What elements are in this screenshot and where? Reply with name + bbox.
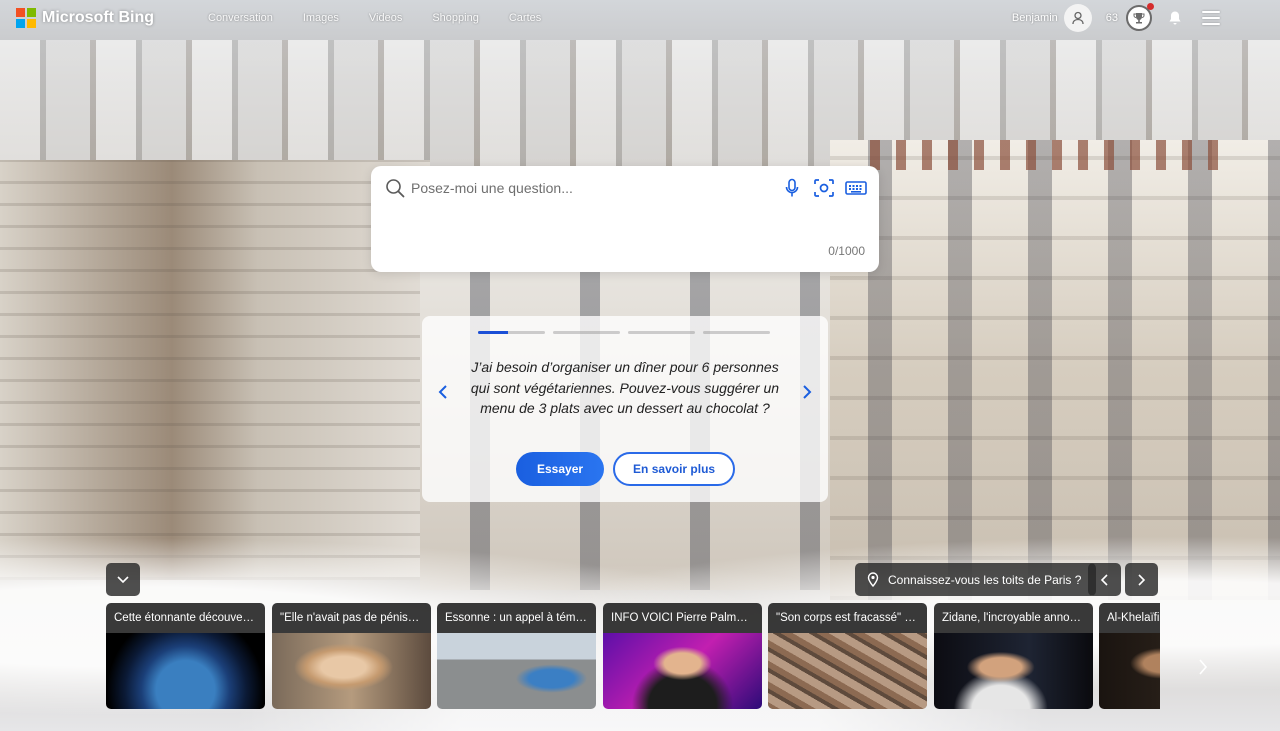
news-title: INFO VOICI Pierre Palmade — [603, 603, 762, 633]
rewards-points[interactable]: 63 — [1106, 12, 1118, 24]
prompt-actions: Essayer En savoir plus — [516, 452, 736, 486]
notification-dot — [1147, 3, 1154, 10]
news-title: Zidane, l'incroyable annonce — [934, 603, 1093, 633]
nav-shopping[interactable]: Shopping — [432, 12, 479, 24]
bell-icon — [1169, 11, 1181, 25]
user-name[interactable]: Benjamin — [1012, 12, 1058, 24]
menu-icon — [1202, 11, 1220, 13]
chevron-left-icon — [1100, 573, 1108, 586]
progress-segment — [703, 331, 770, 334]
image-info-label: Connaissez-vous les toits de Paris ? — [888, 572, 1082, 587]
news-thumbnail — [1099, 633, 1160, 709]
account-area: Benjamin 63 — [1012, 3, 1280, 32]
news-card[interactable]: "Elle n'avait pas de pénis" : Katherine — [272, 603, 431, 709]
user-icon — [1072, 11, 1084, 25]
previous-image-button[interactable] — [1088, 563, 1121, 596]
bing-logo[interactable]: Microsoft Bing — [16, 8, 154, 28]
microsoft-logo-icon — [16, 8, 36, 28]
prompt-text: J’ai besoin d’organiser un dîner pour 6 … — [470, 359, 780, 416]
news-next-button[interactable] — [1193, 653, 1213, 681]
news-title: Al-Khelaïfi — [1099, 603, 1160, 633]
location-pin-icon — [867, 572, 879, 587]
news-thumbnail — [106, 633, 265, 709]
search-icon[interactable] — [385, 178, 405, 198]
news-card[interactable]: Zidane, l'incroyable annonce — [934, 603, 1093, 709]
news-thumbnail — [934, 633, 1093, 709]
news-thumbnail — [272, 633, 431, 709]
nav-videos[interactable]: Videos — [369, 12, 402, 24]
char-count: 0/1000 — [828, 244, 865, 258]
progress-segment — [553, 331, 620, 334]
news-card[interactable]: INFO VOICI Pierre Palmade — [603, 603, 762, 709]
trophy-icon — [1133, 13, 1145, 24]
avatar[interactable] — [1063, 4, 1092, 32]
news-title: Essonne : un appel à témoins lancé — [437, 603, 596, 633]
news-thumbnail — [768, 633, 927, 709]
prompt-progress — [478, 331, 770, 334]
news-strip: Cette étonnante découverte sur la Terre … — [106, 603, 1160, 709]
nav-images[interactable]: Images — [303, 12, 339, 24]
chevron-right-icon — [1138, 573, 1146, 586]
keyboard-button[interactable] — [845, 177, 867, 199]
prompt-suggestion-card: J’ai besoin d’organiser un dîner pour 6 … — [422, 316, 828, 502]
news-thumbnail — [437, 633, 596, 709]
news-title: "Elle n'avait pas de pénis" : Katherine — [272, 603, 431, 633]
brand-name: Microsoft Bing — [42, 9, 154, 26]
prompt-prev-button[interactable] — [433, 382, 453, 402]
voice-search-button[interactable] — [781, 177, 803, 199]
chevron-right-icon — [803, 385, 812, 399]
nav-maps[interactable]: Cartes — [509, 12, 541, 24]
menu-button[interactable] — [1202, 11, 1220, 25]
search-box: 0/1000 — [371, 166, 879, 272]
learn-more-button[interactable]: En savoir plus — [613, 452, 736, 486]
camera-scan-icon — [814, 179, 834, 197]
image-info-button[interactable]: Connaissez-vous les toits de Paris ? — [855, 563, 1097, 596]
progress-segment — [628, 331, 695, 334]
search-tools — [781, 177, 867, 199]
news-title: Cette étonnante découverte sur la Terre — [106, 603, 265, 633]
rewards-button[interactable] — [1126, 3, 1154, 31]
nav-conversation[interactable]: Conversation — [208, 12, 273, 24]
progress-fill — [478, 331, 509, 334]
top-nav: Conversation Images Videos Shopping Cart… — [208, 12, 571, 24]
progress-segment — [478, 331, 545, 334]
microphone-icon — [785, 178, 799, 197]
search-input[interactable] — [411, 176, 771, 200]
news-card[interactable]: Cette étonnante découverte sur la Terre — [106, 603, 265, 709]
next-image-button[interactable] — [1125, 563, 1158, 596]
news-card[interactable]: "Son corps est fracassé" : le drame — [768, 603, 927, 709]
chevron-left-icon — [438, 385, 447, 399]
prompt-next-button[interactable] — [797, 382, 817, 402]
chevron-right-icon — [1199, 659, 1208, 675]
notifications-button[interactable] — [1166, 8, 1184, 28]
news-card[interactable]: Al-Khelaïfi — [1099, 603, 1160, 709]
news-title: "Son corps est fracassé" : le drame — [768, 603, 927, 633]
news-card[interactable]: Essonne : un appel à témoins lancé — [437, 603, 596, 709]
visual-search-button[interactable] — [813, 177, 835, 199]
keyboard-icon — [845, 181, 867, 195]
try-button[interactable]: Essayer — [516, 452, 605, 486]
chevron-down-icon — [117, 575, 129, 583]
collapse-feed-button[interactable] — [106, 563, 140, 596]
news-thumbnail — [603, 633, 762, 709]
header: Microsoft Bing Conversation Images Video… — [0, 0, 1280, 38]
